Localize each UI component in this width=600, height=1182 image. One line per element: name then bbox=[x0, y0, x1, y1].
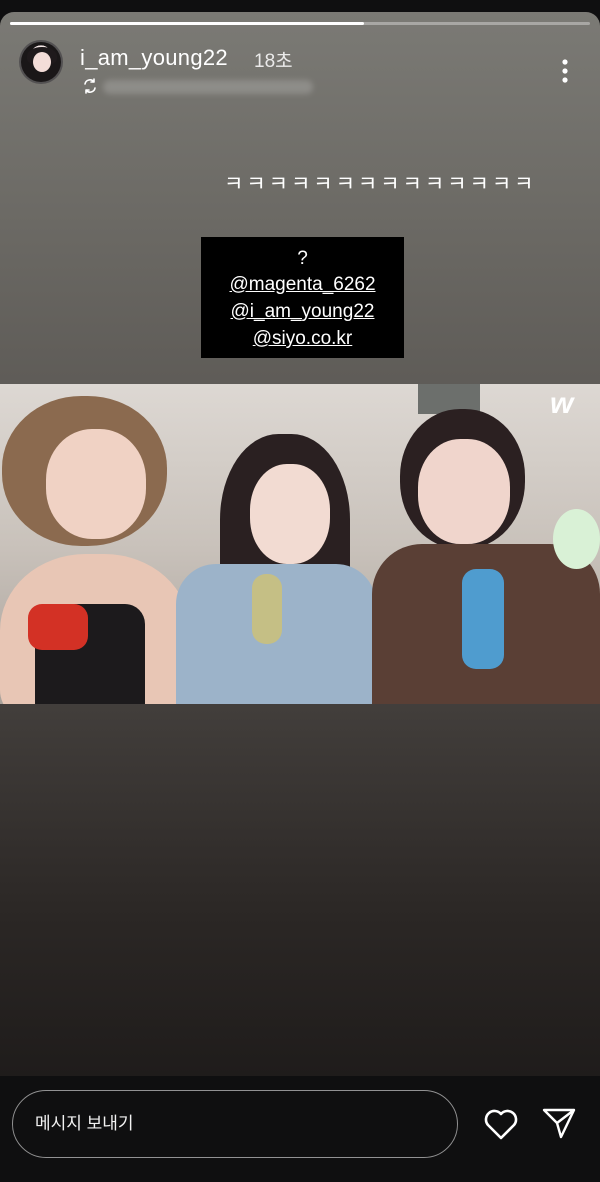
story-progress-fill bbox=[10, 22, 364, 25]
username[interactable]: i_am_young22 bbox=[80, 45, 228, 71]
blurred-subtitle bbox=[103, 80, 313, 94]
send-icon[interactable] bbox=[541, 1105, 577, 1141]
mention-link[interactable]: @magenta_6262 bbox=[229, 271, 375, 298]
mention-link[interactable]: @siyo.co.kr bbox=[253, 325, 353, 352]
story-time: 18초 bbox=[254, 51, 293, 72]
mention-sticker[interactable]: ? @magenta_6262 @i_am_young22 @siyo.co.k… bbox=[201, 237, 404, 358]
watermark-logo: w bbox=[550, 387, 574, 420]
story-progress-bar bbox=[10, 22, 590, 25]
message-input[interactable] bbox=[12, 1090, 458, 1158]
more-options-icon[interactable] bbox=[558, 58, 572, 84]
repost-icon bbox=[84, 78, 96, 94]
person-left-face bbox=[46, 429, 146, 539]
person-right-face bbox=[418, 439, 510, 544]
plush-toy bbox=[462, 569, 504, 669]
heart-icon[interactable] bbox=[482, 1106, 520, 1142]
mention-link[interactable]: @i_am_young22 bbox=[231, 298, 375, 325]
plush-toy bbox=[28, 604, 88, 650]
person-middle-face bbox=[250, 464, 330, 564]
story-caption: ㅋㅋㅋㅋㅋㅋㅋㅋㅋㅋㅋㅋㅋㅋ bbox=[224, 173, 537, 196]
story-frame[interactable]: i_am_young22 18초 ㅋㅋㅋㅋㅋㅋㅋㅋㅋㅋㅋㅋㅋㅋ ? @magen… bbox=[0, 12, 600, 1076]
avatar[interactable] bbox=[19, 40, 63, 84]
plush-toy bbox=[553, 509, 600, 569]
plush-toy bbox=[252, 574, 282, 644]
tag-question: ? bbox=[297, 248, 308, 269]
story-video[interactable]: w bbox=[0, 384, 600, 704]
